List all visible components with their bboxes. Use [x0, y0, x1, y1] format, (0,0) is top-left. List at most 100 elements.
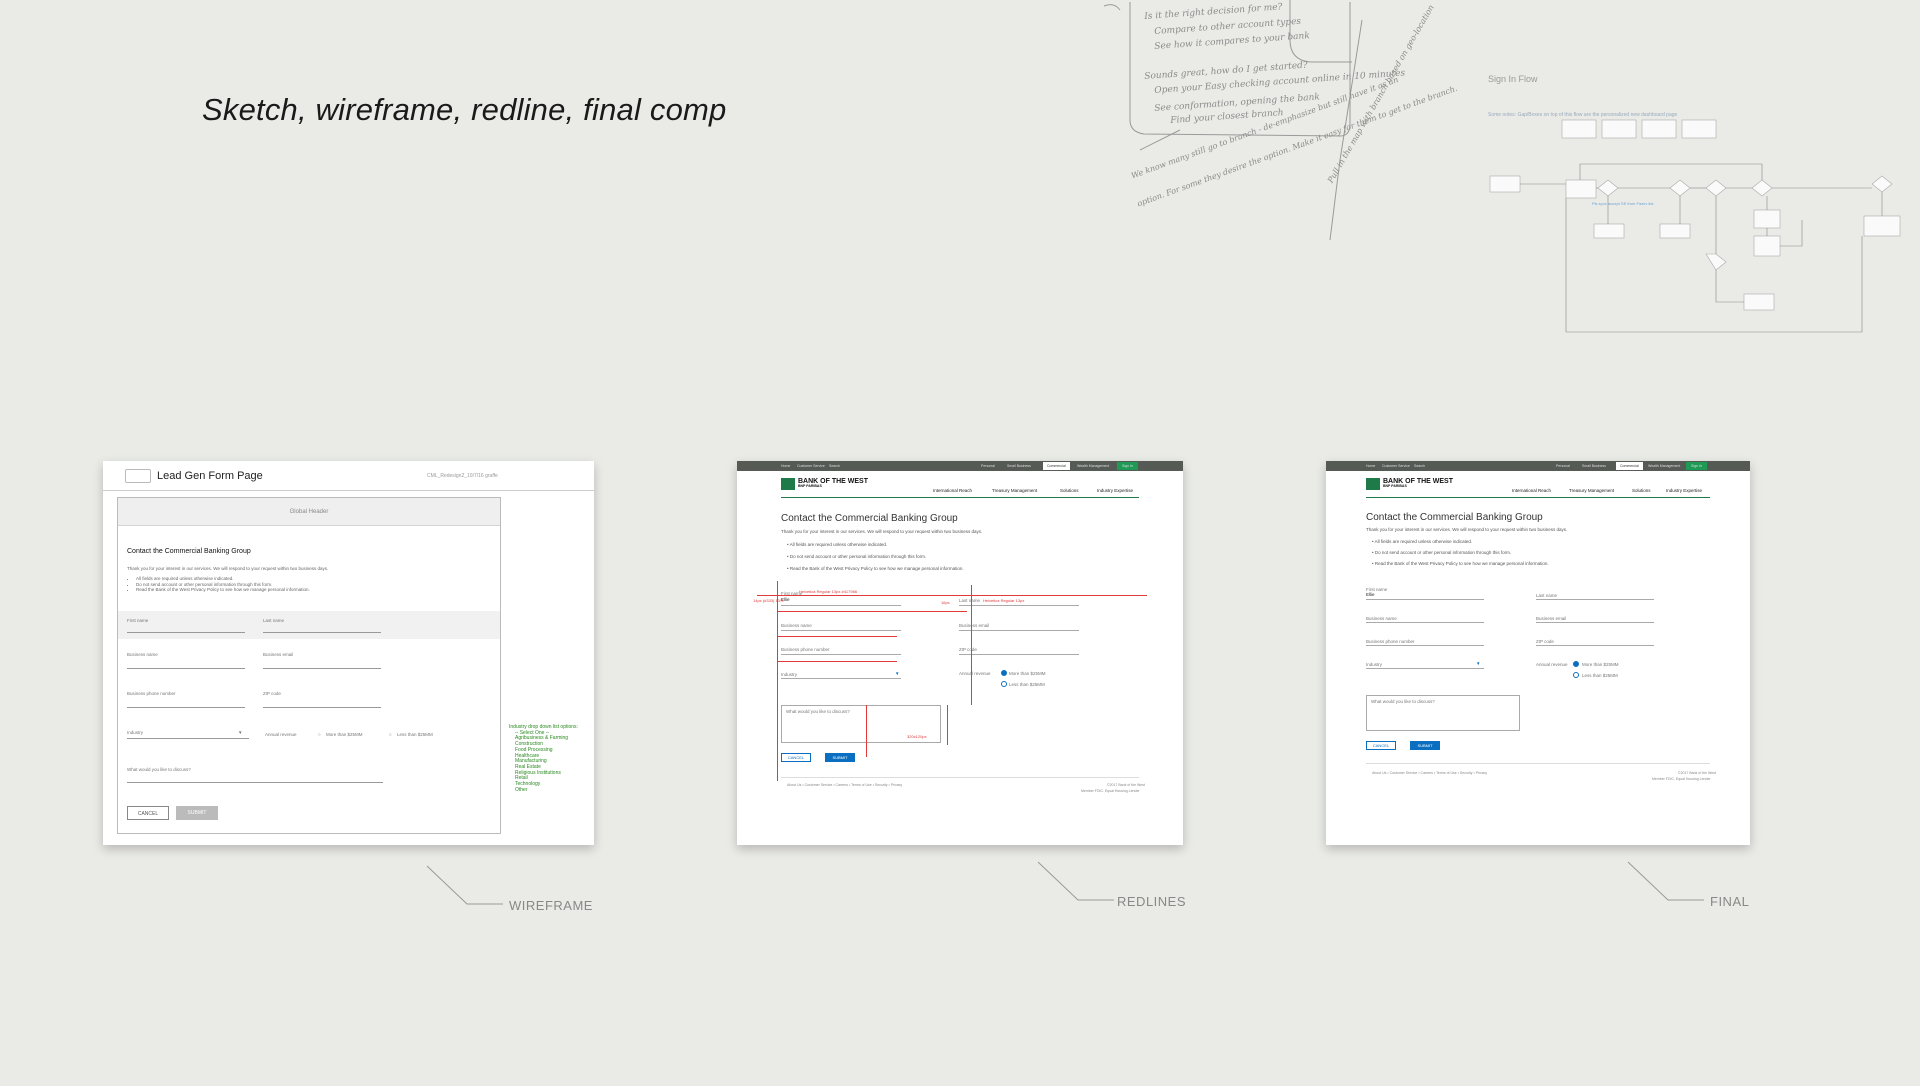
- first-name-input[interactable]: [781, 605, 901, 606]
- subnav-industry[interactable]: Industry Expertise: [1666, 488, 1702, 493]
- subnav-international[interactable]: International Reach: [933, 488, 972, 493]
- redlines-card: Home Customer Service Search Personal Sm…: [737, 461, 1183, 845]
- last-name-input[interactable]: [263, 632, 381, 633]
- final-pointer: [1627, 861, 1704, 901]
- business-phone-input[interactable]: [781, 654, 901, 655]
- nav-personal[interactable]: Personal: [1556, 464, 1570, 468]
- footer-rule: [1366, 763, 1710, 764]
- submit-button[interactable]: SUBMIT: [825, 753, 855, 762]
- nav-sign-in[interactable]: Sign In: [1117, 462, 1138, 470]
- industry-options-note: Industry drop down list options: -- Sele…: [509, 724, 578, 793]
- nav-wealth-management[interactable]: Wealth Management: [1077, 464, 1109, 468]
- nav-customer-service[interactable]: Customer Service: [1382, 464, 1410, 468]
- nav-commercial[interactable]: Commercial: [1043, 462, 1070, 470]
- form-heading: Contact the Commercial Banking Group: [781, 513, 958, 524]
- bullet: • All fields are required unless otherwi…: [787, 542, 888, 547]
- bullet: • Read the Bank of the West Privacy Poli…: [1372, 561, 1549, 566]
- footer-links[interactable]: About Us • Customer Service • Careers • …: [787, 783, 902, 787]
- nav-customer-service[interactable]: Customer Service: [797, 464, 825, 468]
- first-name-input[interactable]: [127, 632, 245, 633]
- cancel-button[interactable]: CANCEL: [1366, 741, 1396, 750]
- radio-more-label: More than $25MM: [1582, 662, 1619, 667]
- nav-home[interactable]: Home: [781, 464, 790, 468]
- industry-select[interactable]: Industry: [1366, 662, 1382, 667]
- footer-copyright: ©2017 Bank of the West: [1107, 783, 1145, 787]
- radio-less-icon[interactable]: [1573, 672, 1579, 678]
- zip-input[interactable]: [1536, 645, 1654, 646]
- nav-commercial[interactable]: Commercial: [1616, 462, 1643, 470]
- last-name-input[interactable]: [1536, 599, 1654, 600]
- subnav-industry[interactable]: Industry Expertise: [1097, 488, 1133, 493]
- discuss-input[interactable]: [127, 782, 383, 783]
- nav-search[interactable]: Search: [1414, 464, 1425, 468]
- first-name-label: First name: [127, 618, 149, 623]
- business-phone-input[interactable]: [127, 707, 245, 708]
- business-name-input[interactable]: [781, 630, 901, 631]
- subnav-international[interactable]: International Reach: [1512, 488, 1551, 493]
- radio-less-icon[interactable]: [1001, 681, 1007, 687]
- sketch-image: Is it the right decision for me? Compare…: [1100, 0, 1459, 260]
- wireframe-frame: Global Header Contact the Commercial Ban…: [117, 497, 501, 834]
- submit-button[interactable]: SUBMIT: [1410, 741, 1440, 750]
- submit-button[interactable]: SUBMIT: [176, 806, 218, 820]
- business-email-input[interactable]: [959, 630, 1079, 631]
- bank-logo-icon[interactable]: [781, 478, 795, 490]
- last-name-input[interactable]: [959, 605, 1079, 606]
- final-card: Home Customer Service Search Personal Sm…: [1326, 461, 1750, 845]
- bank-logo-icon[interactable]: [1366, 478, 1380, 490]
- cancel-button[interactable]: CANCEL: [781, 753, 811, 762]
- nav-rule: [781, 497, 1139, 498]
- radio-more-icon[interactable]: ○: [318, 732, 321, 737]
- discuss-textarea[interactable]: What would you like to discuss?: [1366, 695, 1520, 731]
- annual-revenue-label: Annual revenue: [265, 732, 297, 737]
- radio-more-icon[interactable]: [1001, 670, 1007, 676]
- zip-label: ZIP code: [263, 691, 281, 696]
- business-name-label: Business name: [1366, 616, 1397, 621]
- form-heading: Contact the Commercial Banking Group: [1366, 512, 1543, 523]
- form-intro: Thank you for your interest in our servi…: [127, 566, 329, 571]
- redline-measure: [947, 705, 948, 745]
- business-phone-label: Business phone number: [781, 647, 830, 652]
- business-email-input[interactable]: [1536, 622, 1654, 623]
- industry-underline: [781, 678, 901, 679]
- subnav-solutions[interactable]: Solutions: [1632, 488, 1651, 493]
- sign-in-flow-diagram: Sign In Flow Some notes: Gap/Boxes on to…: [1462, 70, 1920, 340]
- wireframe-header: Lead Gen Form Page CML_Redesign2_10/7/16…: [103, 461, 594, 491]
- nav-home[interactable]: Home: [1366, 464, 1375, 468]
- name-band: [118, 611, 500, 639]
- first-name-value[interactable]: Ellie: [1366, 592, 1375, 597]
- business-name-input[interactable]: [1366, 622, 1484, 623]
- business-phone-input[interactable]: [1366, 645, 1484, 646]
- footer-fdic: Member FDIC. Equal Housing Lender: [1081, 789, 1140, 793]
- business-email-input[interactable]: [263, 668, 381, 669]
- first-name-input[interactable]: [1366, 599, 1484, 600]
- form-heading: Contact the Commercial Banking Group: [127, 548, 251, 555]
- zip-input[interactable]: [959, 654, 1079, 655]
- cancel-button[interactable]: CANCEL: [127, 806, 169, 820]
- business-phone-label: Business phone number: [1366, 639, 1415, 644]
- redline-note: Helvetica Regular 13px #417986: [799, 589, 858, 594]
- business-name-input[interactable]: [127, 668, 245, 669]
- industry-underline: [1366, 668, 1484, 669]
- form-intro: Thank you for your interest in our servi…: [781, 529, 983, 534]
- footer-fdic: Member FDIC. Equal Housing Lender: [1652, 777, 1711, 781]
- radio-less-icon[interactable]: ○: [389, 732, 392, 737]
- subnav-treasury[interactable]: Treasury Management: [992, 488, 1037, 493]
- subnav-treasury[interactable]: Treasury Management: [1569, 488, 1614, 493]
- nav-sign-in[interactable]: Sign In: [1686, 462, 1707, 470]
- business-name-label: Business name: [781, 623, 812, 628]
- radio-more-icon[interactable]: [1573, 661, 1579, 667]
- bullet: • All fields are required unless otherwi…: [1372, 539, 1473, 544]
- chevron-down-icon: ▼: [895, 671, 900, 676]
- industry-select[interactable]: Industry: [127, 730, 143, 735]
- footer-links[interactable]: About Us • Customer Service • Careers • …: [1372, 771, 1487, 775]
- redline-measure: [866, 705, 867, 757]
- nav-search[interactable]: Search: [829, 464, 840, 468]
- nav-personal[interactable]: Personal: [981, 464, 995, 468]
- subnav-solutions[interactable]: Solutions: [1060, 488, 1079, 493]
- nav-small-business[interactable]: Small Business: [1582, 464, 1606, 468]
- zip-input[interactable]: [263, 707, 381, 708]
- industry-select[interactable]: Industry: [781, 672, 797, 677]
- nav-small-business[interactable]: Small Business: [1007, 464, 1031, 468]
- nav-wealth-management[interactable]: Wealth Management: [1648, 464, 1680, 468]
